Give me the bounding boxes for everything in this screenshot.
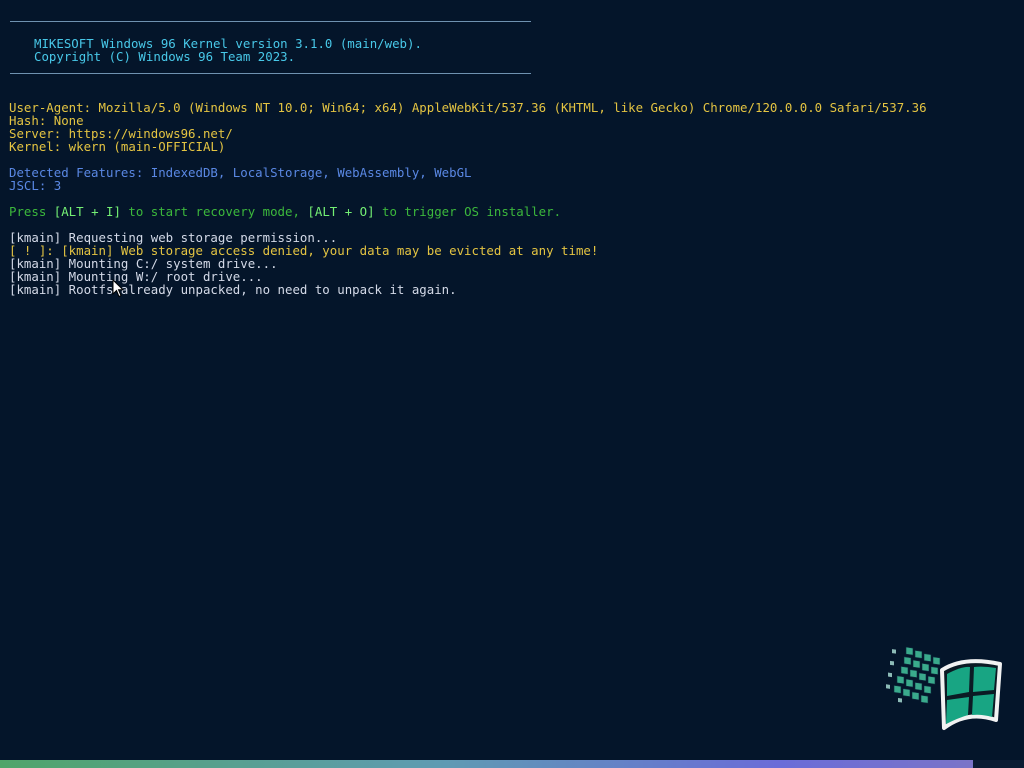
boot-progress-bar — [0, 760, 1024, 768]
boot-progress-fill — [0, 760, 973, 768]
banner-bottom-rule — [10, 73, 531, 74]
recovery-prompt-line: Press [ALT + I] to start recovery mode, … — [9, 205, 561, 218]
user-agent-line: User-Agent: Mozilla/5.0 (Windows NT 10.0… — [9, 100, 927, 115]
banner-line-copyright: Copyright (C) Windows 96 Team 2023. — [34, 49, 296, 64]
prompt-mid-text: to start recovery mode, — [120, 204, 308, 219]
log-line-rootfs: [kmain] Rootfs already unpacked, no need… — [9, 282, 457, 297]
prompt-press-text: Press — [9, 204, 54, 219]
windows96-logo-icon — [886, 646, 1002, 730]
recovery-key-hint: [ALT + I] — [53, 204, 121, 219]
installer-key-hint: [ALT + O] — [307, 204, 375, 219]
detected-features-line: Detected Features: IndexedDB, LocalStora… — [9, 165, 472, 180]
kernel-line: Kernel: wkern (main-OFFICIAL) — [9, 139, 226, 154]
banner-top-rule — [10, 21, 531, 22]
prompt-end-text: to trigger OS installer. — [374, 204, 562, 219]
mouse-pointer-icon — [112, 279, 124, 298]
boot-console: MIKESOFT Windows 96 Kernel version 3.1.0… — [0, 0, 1024, 768]
jscl-line: JSCL: 3 — [9, 178, 62, 193]
